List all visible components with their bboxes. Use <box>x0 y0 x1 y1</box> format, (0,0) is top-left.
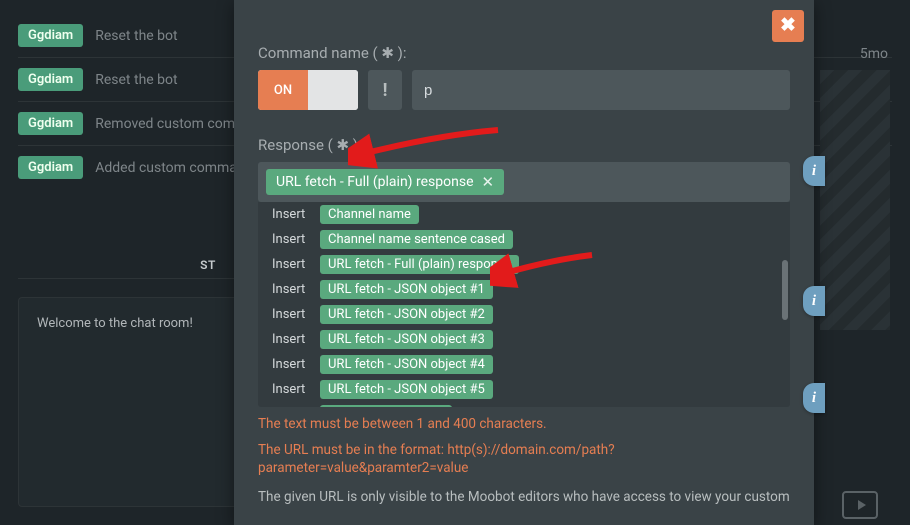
suggestions-dropdown: Insert Channel name Insert Channel name … <box>258 202 790 407</box>
error-url-format: The URL must be in the format: http(s):/… <box>258 441 790 477</box>
command-name-input[interactable] <box>412 70 790 110</box>
suggestion-row[interactable]: Insert URL fetch - JSON object #5 <box>258 377 790 402</box>
close-button[interactable]: ✖ <box>772 10 804 42</box>
suggestion-row[interactable]: Insert Twitch - Current title <box>258 402 790 407</box>
response-tag[interactable]: URL fetch - Full (plain) response ✕ <box>266 169 504 195</box>
suggestion-chip: Twitch - Current title <box>320 405 452 407</box>
suggestion-chip: URL fetch - JSON object #3 <box>320 330 493 349</box>
user-chip[interactable]: Ggdiam <box>18 156 83 179</box>
suggestion-row[interactable]: Insert URL fetch - JSON object #1 <box>258 277 790 302</box>
info-icon[interactable]: i <box>803 286 825 316</box>
command-name-label: Command name ( ✱ ): <box>258 44 790 62</box>
error-text-length: The text must be between 1 and 400 chara… <box>258 415 790 433</box>
insert-label: Insert <box>272 257 312 272</box>
log-text: Removed custom comm <box>95 116 247 132</box>
insert-label: Insert <box>272 207 312 222</box>
insert-label: Insert <box>272 357 312 372</box>
user-chip[interactable]: Ggdiam <box>18 112 83 135</box>
suggestion-chip: URL fetch - JSON object #2 <box>320 305 493 324</box>
log-text: Reset the bot <box>95 28 177 44</box>
suggestion-row[interactable]: Insert URL fetch - JSON object #4 <box>258 352 790 377</box>
suggestion-chip: Channel name <box>320 205 419 224</box>
command-editor-modal: ✖ Command name ( ✱ ): ON ! Response ( ✱ … <box>234 0 814 525</box>
video-icon[interactable] <box>842 491 878 519</box>
toggle-off-side <box>308 70 358 110</box>
chat-welcome-text: Welcome to the chat room! <box>37 316 193 331</box>
insert-label: Insert <box>272 307 312 322</box>
insert-label: Insert <box>272 282 312 297</box>
suggestion-chip: URL fetch - JSON object #1 <box>320 280 493 299</box>
scrollbar-thumb[interactable] <box>782 260 788 320</box>
insert-label: Insert <box>272 382 312 397</box>
log-text: Reset the bot <box>95 72 177 88</box>
suggestion-chip: URL fetch - JSON object #5 <box>320 380 493 399</box>
suggestion-chip: Channel name sentence cased <box>320 230 513 249</box>
response-label: Response ( ✱ ): <box>258 136 790 154</box>
enabled-toggle[interactable]: ON <box>258 70 358 110</box>
suggestion-chip: URL fetch - JSON object #4 <box>320 355 493 374</box>
suggestion-row[interactable]: Insert URL fetch - JSON object #2 <box>258 302 790 327</box>
timestamp: 5mo <box>860 46 888 62</box>
user-chip[interactable]: Ggdiam <box>18 24 83 47</box>
suggestion-row[interactable]: Insert Channel name sentence cased <box>258 227 790 252</box>
suggestion-row[interactable]: Insert URL fetch - Full (plain) response <box>258 252 790 277</box>
response-input[interactable]: URL fetch - Full (plain) response ✕ <box>258 162 790 202</box>
response-tag-label: URL fetch - Full (plain) response <box>276 174 474 190</box>
insert-label: Insert <box>272 232 312 247</box>
suggestion-chip: URL fetch - Full (plain) response <box>320 255 519 274</box>
toggle-on-label: ON <box>258 70 308 110</box>
close-icon: ✖ <box>780 15 796 36</box>
log-text: Added custom comma <box>95 160 237 176</box>
url-visibility-hint: The given URL is only visible to the Moo… <box>258 488 790 506</box>
user-chip[interactable]: Ggdiam <box>18 68 83 91</box>
insert-label: Insert <box>272 332 312 347</box>
info-icon[interactable]: i <box>803 383 825 413</box>
remove-tag-icon[interactable]: ✕ <box>482 175 495 190</box>
background-stripe <box>820 70 890 330</box>
command-prefix: ! <box>368 70 402 110</box>
suggestion-row[interactable]: Insert Channel name <box>258 202 790 227</box>
suggestion-row[interactable]: Insert URL fetch - JSON object #3 <box>258 327 790 352</box>
info-icon[interactable]: i <box>803 156 825 186</box>
